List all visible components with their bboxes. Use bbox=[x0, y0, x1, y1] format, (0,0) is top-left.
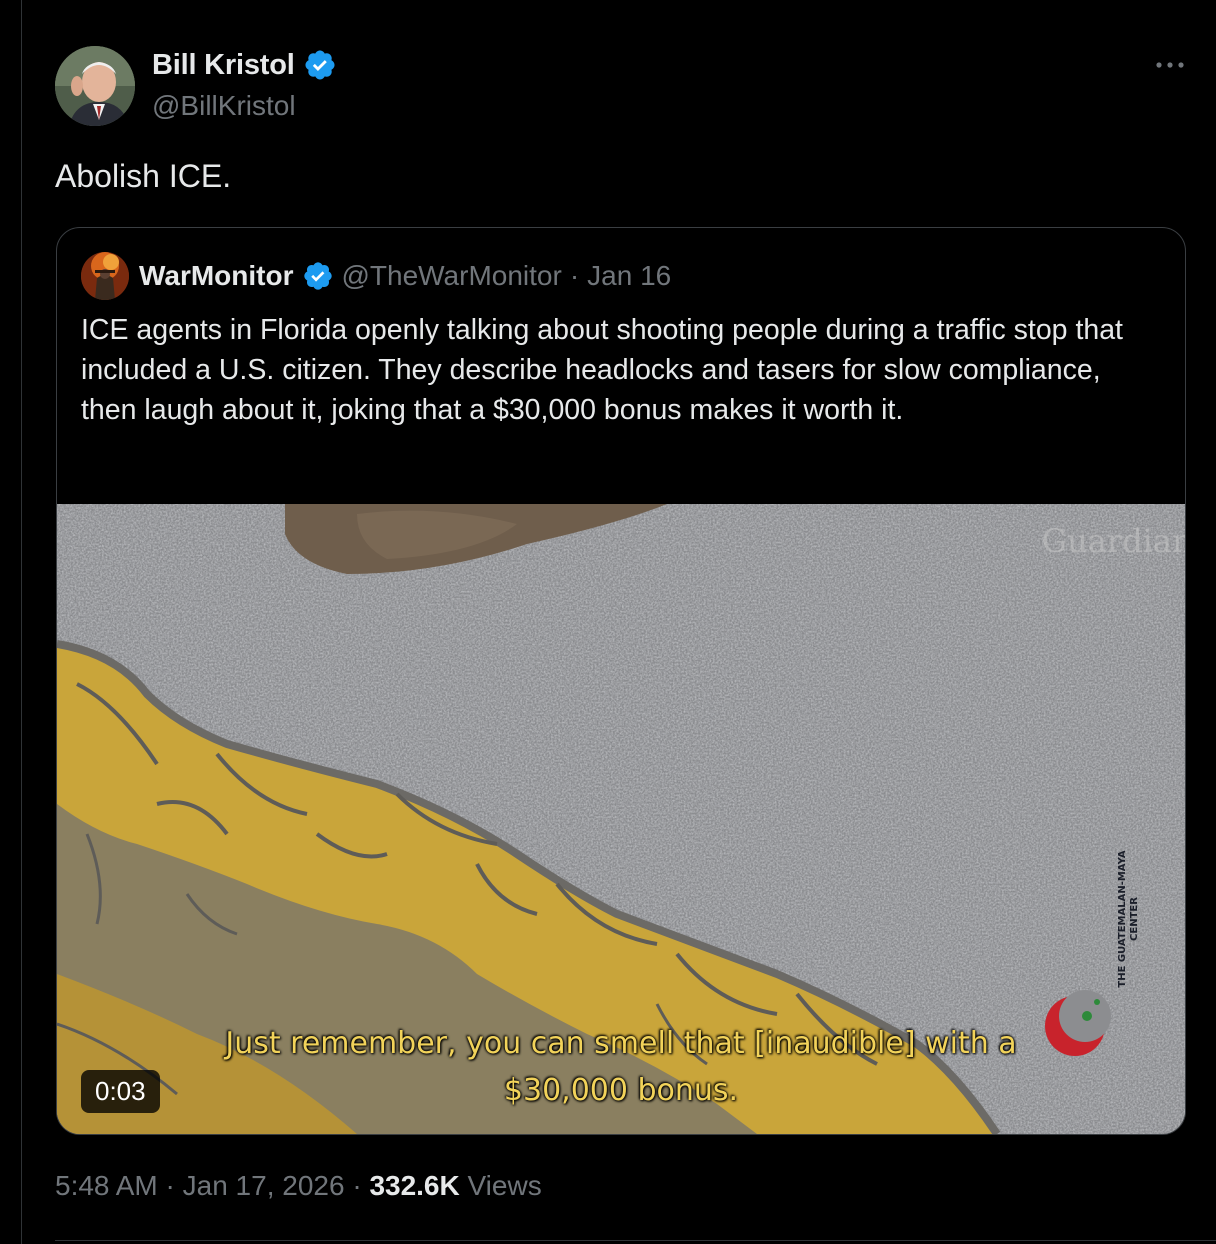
author-handle[interactable]: @BillKristol bbox=[152, 90, 296, 122]
verified-badge-icon[interactable] bbox=[303, 48, 337, 82]
more-options-button[interactable] bbox=[1150, 50, 1190, 80]
bottom-divider bbox=[55, 1240, 1216, 1241]
meta-separator: · bbox=[352, 1170, 362, 1201]
views-count[interactable]: 332.6K bbox=[369, 1170, 459, 1201]
quoted-author-avatar-image bbox=[81, 252, 129, 300]
quoted-separator: · bbox=[569, 260, 580, 291]
quoted-author-handle[interactable]: @TheWarMonitor bbox=[342, 260, 562, 292]
quoted-date[interactable]: Jan 16 bbox=[587, 260, 671, 292]
tweet-metadata: 5:48 AM · Jan 17, 2026 · 332.6K Views bbox=[55, 1170, 542, 1202]
meta-separator: · bbox=[165, 1170, 175, 1201]
guardian-watermark: Guardian bbox=[1042, 522, 1185, 560]
quoted-verified-badge-icon[interactable] bbox=[302, 260, 334, 292]
quoted-author-avatar[interactable] bbox=[81, 252, 129, 300]
quoted-author-name[interactable]: WarMonitor bbox=[139, 260, 294, 292]
quoted-tweet-header: WarMonitor @TheWarMonitor · Jan 16 bbox=[81, 252, 671, 300]
tweet-date[interactable]: Jan 17, 2026 bbox=[183, 1170, 345, 1201]
video-timestamp: 0:03 bbox=[81, 1070, 160, 1113]
subtitle-line-1: Just remember, you can smell that [inaud… bbox=[225, 1026, 1017, 1061]
quoted-tweet-card[interactable]: WarMonitor @TheWarMonitor · Jan 16 ICE a… bbox=[56, 227, 1186, 1135]
author-avatar-image bbox=[55, 46, 135, 126]
tweet-detail-page: Bill Kristol @BillKristol Abolish ICE. W… bbox=[0, 0, 1216, 1244]
tweet-text: Abolish ICE. bbox=[55, 158, 232, 194]
author-name[interactable]: Bill Kristol bbox=[152, 49, 295, 82]
views-label: Views bbox=[467, 1170, 542, 1201]
author-avatar[interactable] bbox=[55, 46, 135, 126]
timeline-divider bbox=[21, 0, 22, 1244]
quoted-tweet-text: ICE agents in Florida openly talking abo… bbox=[81, 314, 1123, 426]
tweet-time[interactable]: 5:48 AM bbox=[55, 1170, 158, 1201]
subtitle-line-2: $30,000 bonus. bbox=[503, 1073, 739, 1108]
more-dots-icon bbox=[1156, 62, 1184, 68]
author-name-row: Bill Kristol bbox=[152, 48, 337, 82]
video-player[interactable]: Guardian THE GUATEMALAN-MAYA CENTER Just… bbox=[57, 504, 1185, 1134]
guatemalan-maya-center-watermark: THE GUATEMALAN-MAYA CENTER bbox=[1117, 850, 1140, 988]
